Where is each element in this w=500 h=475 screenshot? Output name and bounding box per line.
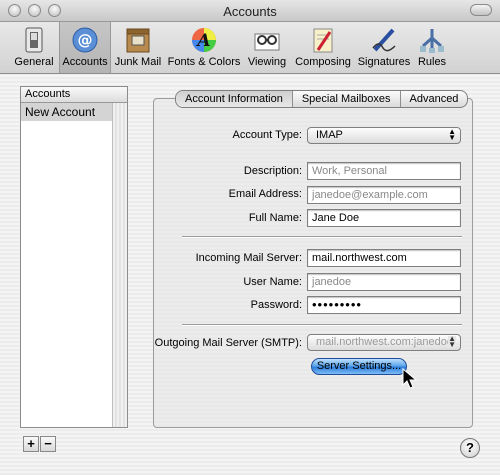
- user-name-label: User Name:: [243, 276, 302, 288]
- junk-mail-icon: [126, 28, 150, 53]
- window-title: Accounts: [223, 4, 277, 19]
- tab-account-information[interactable]: Account Information: [176, 91, 293, 107]
- rules-icon: [420, 29, 444, 53]
- list-scrollbar[interactable]: [112, 103, 127, 427]
- toolbar-item-composing[interactable]: Composing: [293, 22, 353, 73]
- tab-advanced[interactable]: Advanced: [401, 91, 468, 107]
- incoming-mail-server-field[interactable]: mail.northwest.com: [307, 249, 461, 267]
- viewing-icon: [254, 33, 280, 51]
- at-icon: @: [72, 27, 98, 53]
- account-type-select[interactable]: IMAP ▲ ▼: [307, 127, 461, 144]
- full-name-label: Full Name:: [248, 212, 302, 224]
- svg-text:A: A: [195, 31, 210, 51]
- toolbar-item-viewing[interactable]: Viewing: [246, 22, 288, 73]
- smtp-server-select[interactable]: mail.northwest.com:janedoe ▲ ▼: [307, 334, 461, 351]
- remove-account-button[interactable]: −: [40, 436, 56, 452]
- email-address-label: Email Address:: [228, 188, 302, 200]
- user-name-field[interactable]: janedoe: [307, 273, 461, 291]
- toolbar-item-accounts[interactable]: @ Accounts: [59, 22, 111, 73]
- description-field[interactable]: Work, Personal: [307, 162, 461, 180]
- accounts-list-header[interactable]: Accounts: [21, 87, 127, 103]
- password-field[interactable]: •••••••••: [307, 296, 461, 314]
- select-arrows-icon: ▲ ▼: [448, 127, 456, 142]
- email-address-field[interactable]: janedoe@example.com: [307, 186, 461, 204]
- password-label: Password:: [250, 299, 302, 311]
- add-account-button[interactable]: +: [23, 436, 39, 452]
- svg-text:@: @: [78, 31, 93, 49]
- toolbar-toggle-button[interactable]: [470, 4, 492, 16]
- title-bar[interactable]: Accounts: [0, 0, 500, 22]
- signatures-icon: [372, 28, 396, 52]
- full-name-field[interactable]: Jane Doe: [307, 209, 461, 227]
- separator: [182, 324, 462, 326]
- smtp-label: Outgoing Mail Server (SMTP):: [154, 337, 302, 349]
- account-type-label: Account Type:: [232, 129, 302, 141]
- help-button[interactable]: ?: [460, 438, 480, 458]
- select-arrows-icon: ▲ ▼: [448, 334, 456, 349]
- toolbar-item-rules[interactable]: Rules: [416, 22, 448, 73]
- mouse-pointer-icon: [402, 368, 418, 389]
- toolbar-item-general[interactable]: General: [12, 22, 56, 73]
- separator: [182, 236, 462, 238]
- tab-special-mailboxes[interactable]: Special Mailboxes: [293, 91, 401, 107]
- accounts-list[interactable]: Accounts New Account: [20, 86, 128, 428]
- preferences-window: Accounts General @ Accounts Junk Mail A …: [0, 0, 500, 475]
- composing-icon: [313, 28, 333, 53]
- switch-icon: [25, 27, 43, 53]
- server-settings-button[interactable]: Server Settings...: [311, 358, 407, 375]
- incoming-mail-server-label: Incoming Mail Server:: [195, 252, 302, 264]
- tab-bar: Account Information Special Mailboxes Ad…: [175, 90, 469, 108]
- toolbar-item-fonts-colors[interactable]: A Fonts & Colors: [166, 22, 242, 73]
- toolbar: General @ Accounts Junk Mail A Fonts & C…: [0, 22, 500, 74]
- toolbar-item-junk-mail[interactable]: Junk Mail: [114, 22, 162, 73]
- description-label: Description:: [243, 165, 302, 177]
- toolbar-item-signatures[interactable]: Signatures: [356, 22, 412, 73]
- fonts-colors-icon: A: [192, 28, 216, 52]
